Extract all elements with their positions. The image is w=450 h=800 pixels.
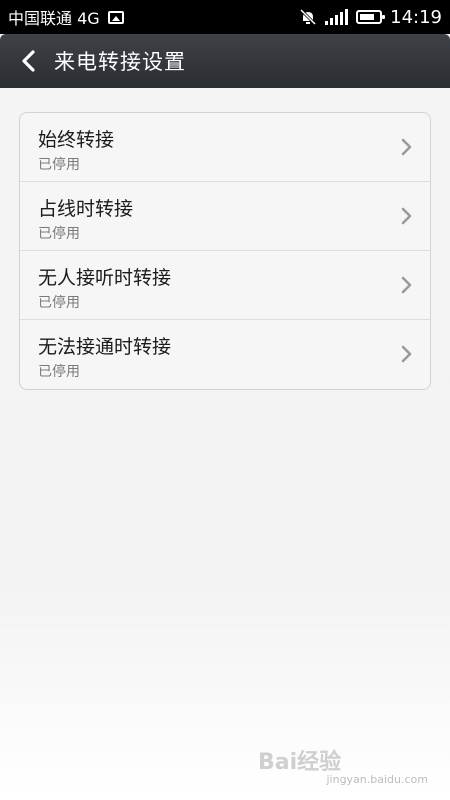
carrier-label: 中国联通 4G xyxy=(8,9,100,28)
setting-status: 已停用 xyxy=(38,364,80,380)
setting-status: 已停用 xyxy=(38,295,80,311)
status-bar-left: 中国联通 4G xyxy=(8,5,124,29)
setting-title: 占线时转接 xyxy=(38,198,134,220)
image-notification-icon xyxy=(107,10,124,24)
chevron-right-icon xyxy=(401,345,412,363)
clock-time: 14:19 xyxy=(390,6,442,28)
setting-title: 无人接听时转接 xyxy=(38,267,172,289)
title-bar: 来电转接设置 xyxy=(0,34,450,88)
battery-level-fill xyxy=(360,14,375,20)
setting-status: 已停用 xyxy=(38,157,80,173)
setting-title: 无法接通时转接 xyxy=(38,336,172,358)
signal-strength-icon xyxy=(325,9,349,25)
battery-icon xyxy=(356,10,386,24)
setting-always-forward[interactable]: 始终转接 已停用 xyxy=(20,113,430,182)
watermark-logo-text: Bai经验 xyxy=(258,750,342,775)
chevron-left-icon xyxy=(22,50,35,72)
setting-forward-when-busy[interactable]: 占线时转接 已停用 xyxy=(20,182,430,251)
back-button[interactable] xyxy=(14,47,42,75)
chevron-right-icon xyxy=(401,276,412,294)
setting-status: 已停用 xyxy=(38,226,80,242)
chevron-right-icon xyxy=(401,207,412,225)
mute-icon xyxy=(300,8,317,26)
baidu-jingyan-watermark: Bai经验 jingyan.baidu.com xyxy=(258,744,428,786)
call-forwarding-list: 始终转接 已停用 占线时转接 已停用 无人接听时转接 已停用 无法接通时转接 已… xyxy=(19,112,431,390)
setting-forward-when-unreachable[interactable]: 无法接通时转接 已停用 xyxy=(20,320,430,389)
setting-forward-when-unanswered[interactable]: 无人接听时转接 已停用 xyxy=(20,251,430,320)
setting-title: 始终转接 xyxy=(38,129,115,151)
status-bar: 中国联通 4G 14:19 xyxy=(0,0,450,34)
watermark-url: jingyan.baidu.com xyxy=(326,773,428,786)
page-title: 来电转接设置 xyxy=(54,50,186,74)
status-bar-right: 14:19 xyxy=(299,7,442,28)
chevron-right-icon xyxy=(401,138,412,156)
content-area: 始终转接 已停用 占线时转接 已停用 无人接听时转接 已停用 无法接通时转接 已… xyxy=(0,88,450,800)
